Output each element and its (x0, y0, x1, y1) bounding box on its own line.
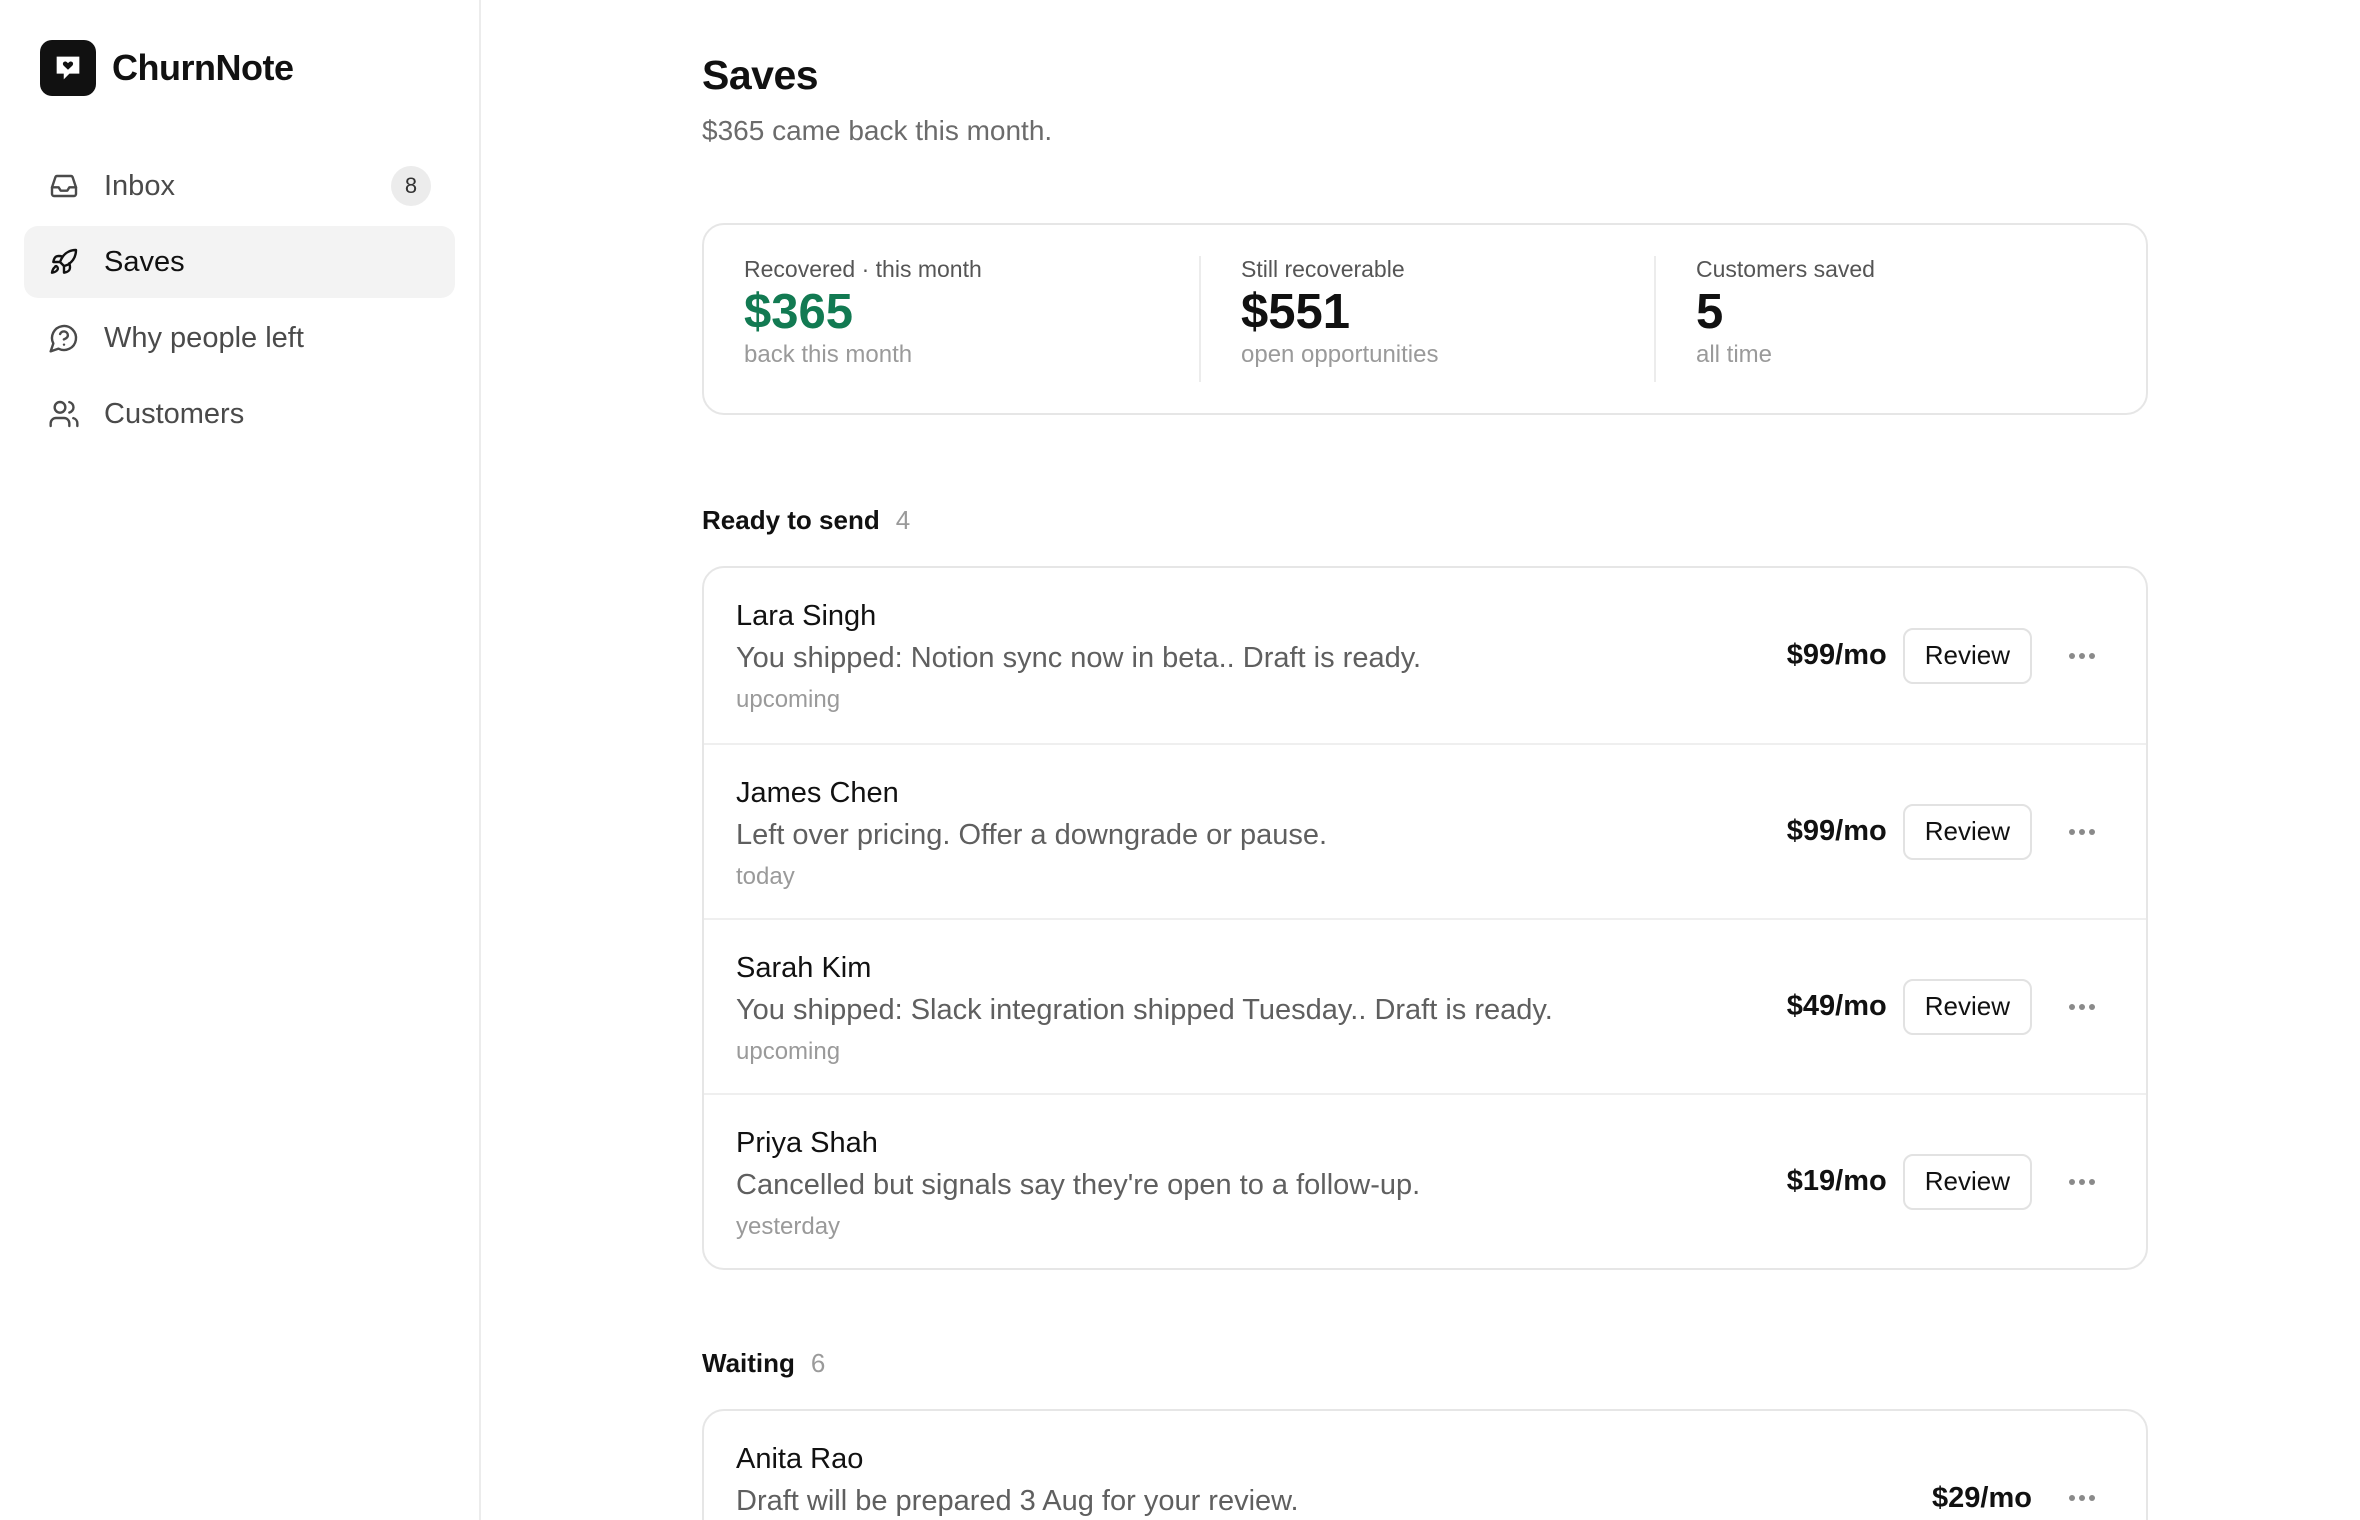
review-button[interactable]: Review (1902, 1153, 2032, 1210)
section-title: Ready to send (702, 505, 880, 535)
sidebar-item-label: Saves (104, 245, 185, 278)
row-actions: $99/mo Review (1786, 627, 2100, 684)
review-button[interactable]: Review (1902, 627, 2032, 684)
waiting-list: Anita Rao Draft will be prepared 3 Aug f… (702, 1409, 2148, 1520)
inbox-count-badge: 8 (391, 166, 431, 206)
stat-label: Recovered · this month (744, 256, 982, 282)
row-price: $99/mo (1786, 639, 1887, 671)
stats-card: Recovered · this month $365 back this mo… (702, 223, 2148, 415)
section-count: 6 (810, 1348, 826, 1378)
sidebar-nav: Inbox 8 Saves Why people left Customers (24, 150, 455, 450)
review-button[interactable]: Review (1902, 803, 2032, 860)
brand[interactable]: ChurnNote (24, 34, 455, 102)
stat-sub: all time (1696, 341, 1773, 368)
more-options-icon[interactable] (2064, 638, 2100, 674)
more-options-icon[interactable] (2064, 1480, 2100, 1516)
sidebar-item-inbox[interactable]: Inbox 8 (24, 150, 455, 222)
section-count: 4 (895, 505, 911, 535)
row-time: today (736, 863, 795, 890)
list-item[interactable]: Lara Singh You shipped: Notion sync now … (704, 568, 2146, 743)
more-options-icon[interactable] (2064, 814, 2100, 850)
stat-label: Still recoverable (1241, 256, 1405, 282)
stat-value: $551 (1241, 285, 1351, 339)
sidebar-item-label: Customers (104, 397, 245, 430)
ready-list: Lara Singh You shipped: Notion sync now … (702, 566, 2148, 1270)
sidebar-item-saves[interactable]: Saves (24, 226, 455, 298)
stat-sub: open opportunities (1241, 341, 1439, 368)
inbox-icon (48, 170, 80, 202)
sidebar-item-label: Why people left (104, 321, 304, 354)
saves-page: Saves $365 came back this month. Recover… (702, 0, 2148, 1520)
row-time: upcoming (736, 686, 841, 713)
question-bubble-icon (48, 322, 80, 354)
heart-message-icon (40, 40, 96, 96)
sidebar-item-why-people-left[interactable]: Why people left (24, 302, 455, 374)
row-price: $99/mo (1786, 815, 1887, 847)
list-item[interactable]: Sarah Kim You shipped: Slack integration… (704, 918, 2146, 1093)
stat-value: 5 (1696, 285, 1724, 339)
review-button[interactable]: Review (1902, 978, 2032, 1035)
stat-sub: back this month (744, 341, 913, 368)
stat-still-recoverable: Still recoverable $551 open opportunitie… (1199, 256, 1654, 382)
waiting-section-header: Waiting 6 (702, 1348, 2148, 1379)
brand-name: ChurnNote (112, 47, 294, 88)
row-time: yesterday (736, 1213, 841, 1240)
row-time: upcoming (736, 1038, 841, 1065)
stat-customers-saved: Customers saved 5 all time (1654, 256, 2134, 382)
more-options-icon[interactable] (2064, 1164, 2100, 1200)
stat-label: Customers saved (1696, 256, 1875, 282)
section-title: Waiting (702, 1348, 795, 1378)
sidebar-item-label: Inbox (104, 169, 175, 202)
more-options-icon[interactable] (2064, 989, 2100, 1025)
sidebar-item-customers[interactable]: Customers (24, 378, 455, 450)
stat-value: $365 (744, 285, 854, 339)
list-item[interactable]: Anita Rao Draft will be prepared 3 Aug f… (704, 1411, 2146, 1520)
ready-section-header: Ready to send 4 (702, 505, 2148, 536)
row-price: $49/mo (1786, 990, 1887, 1022)
customer-name: Anita Rao (736, 1443, 864, 1475)
app-root: ChurnNote Inbox 8 Saves Why people left … (0, 0, 2360, 1520)
stat-recovered: Recovered · this month $365 back this mo… (704, 256, 1199, 382)
list-item[interactable]: James Chen Left over pricing. Offer a do… (704, 743, 2146, 918)
row-price: $29/mo (1932, 1481, 2032, 1514)
users-icon (48, 398, 80, 430)
row-actions: $19/mo Review (1786, 1153, 2100, 1210)
row-actions: $99/mo Review (1786, 803, 2100, 860)
rocket-icon (48, 246, 80, 278)
list-item[interactable]: Priya Shah Cancelled but signals say the… (704, 1093, 2146, 1268)
main-content: Saves $365 came back this month. Recover… (481, 0, 2360, 1520)
row-actions: $29/mo (1932, 1480, 2100, 1516)
page-subtitle: $365 came back this month. (702, 115, 1053, 146)
sidebar: ChurnNote Inbox 8 Saves Why people left … (0, 0, 481, 1520)
row-description: Draft will be prepared 3 Aug for your re… (736, 1485, 1299, 1517)
row-actions: $49/mo Review (1786, 978, 2100, 1035)
row-price: $19/mo (1786, 1165, 1887, 1197)
page-title: Saves (702, 52, 819, 98)
